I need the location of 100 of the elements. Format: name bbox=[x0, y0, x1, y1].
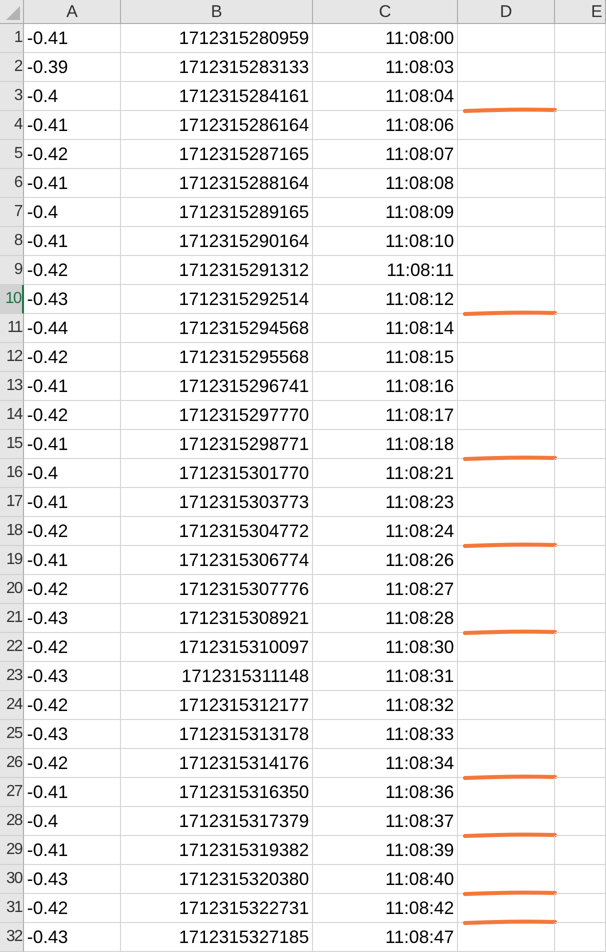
row-header[interactable]: 18 bbox=[0, 517, 24, 546]
table-cell bbox=[555, 256, 606, 285]
row-header[interactable]: 16 bbox=[0, 459, 24, 488]
row-header[interactable]: 21 bbox=[0, 604, 24, 633]
table-cell: -0.42 bbox=[24, 517, 121, 546]
table-cell: 1712315313178 bbox=[121, 720, 313, 749]
table-cell bbox=[555, 691, 606, 720]
table-cell: 11:08:06 bbox=[313, 111, 458, 140]
table-cell: 11:08:03 bbox=[313, 53, 458, 82]
table-cell: 1712315310097 bbox=[121, 633, 313, 662]
table-cell: 1712315312177 bbox=[121, 691, 313, 720]
table-cell: -0.41 bbox=[24, 111, 121, 140]
table-cell: 11:08:47 bbox=[313, 923, 458, 952]
row-header[interactable]: 7 bbox=[0, 198, 24, 227]
table-cell bbox=[555, 53, 606, 82]
row-header[interactable]: 1 bbox=[0, 24, 24, 53]
row-header[interactable]: 15 bbox=[0, 430, 24, 459]
table-cell: 11:08:42 bbox=[313, 894, 458, 923]
table-cell: 11:08:10 bbox=[313, 227, 458, 256]
table-cell bbox=[555, 720, 606, 749]
row-header[interactable]: 25 bbox=[0, 720, 24, 749]
row-header[interactable]: 28 bbox=[0, 807, 24, 836]
table-cell: 1712315303773 bbox=[121, 488, 313, 517]
row-header[interactable]: 12 bbox=[0, 343, 24, 372]
table-cell bbox=[555, 24, 606, 53]
table-cell: 1712315296741 bbox=[121, 372, 313, 401]
table-cell: 1712315291312 bbox=[121, 256, 313, 285]
table-cell: 11:08:33 bbox=[313, 720, 458, 749]
table-cell bbox=[555, 343, 606, 372]
row-header[interactable]: 19 bbox=[0, 546, 24, 575]
row-header[interactable]: 9 bbox=[0, 256, 24, 285]
row-header[interactable]: 6 bbox=[0, 169, 24, 198]
table-cell: 11:08:12 bbox=[313, 285, 458, 314]
table-cell: 11:08:23 bbox=[313, 488, 458, 517]
table-cell: 1712315283133 bbox=[121, 53, 313, 82]
table-cell: -0.42 bbox=[24, 691, 121, 720]
table-cell: 11:08:16 bbox=[313, 372, 458, 401]
table-cell: 11:08:04 bbox=[313, 82, 458, 111]
row-header[interactable]: 22 bbox=[0, 633, 24, 662]
table-cell bbox=[555, 140, 606, 169]
row-header[interactable]: 2 bbox=[0, 53, 24, 82]
table-cell: 11:08:36 bbox=[313, 778, 458, 807]
table-cell: 11:08:31 bbox=[313, 662, 458, 691]
row-header[interactable]: 26 bbox=[0, 749, 24, 778]
table-cell bbox=[555, 82, 606, 111]
table-cell bbox=[555, 604, 606, 633]
row-header[interactable]: 23 bbox=[0, 662, 24, 691]
row-header[interactable]: 24 bbox=[0, 691, 24, 720]
table-cell: 1712315288164 bbox=[121, 169, 313, 198]
table-cell: 1712315287165 bbox=[121, 140, 313, 169]
table-cell: -0.42 bbox=[24, 140, 121, 169]
table-cell: 11:08:34 bbox=[313, 749, 458, 778]
table-cell: 11:08:24 bbox=[313, 517, 458, 546]
row-header[interactable]: 8 bbox=[0, 227, 24, 256]
row-header[interactable]: 17 bbox=[0, 488, 24, 517]
table-cell bbox=[555, 198, 606, 227]
table-cell: 11:08:09 bbox=[313, 198, 458, 227]
row-header[interactable]: 31 bbox=[0, 894, 24, 923]
table-cell bbox=[555, 923, 606, 952]
column-header[interactable]: B bbox=[121, 0, 313, 24]
row-header[interactable]: 4 bbox=[0, 111, 24, 140]
table-cell: -0.42 bbox=[24, 256, 121, 285]
table-cell: 11:08:32 bbox=[313, 691, 458, 720]
table-cell bbox=[555, 894, 606, 923]
row-header[interactable]: 14 bbox=[0, 401, 24, 430]
table-cell: 11:08:08 bbox=[313, 169, 458, 198]
row-header[interactable]: 27 bbox=[0, 778, 24, 807]
table-cell: 1712315290164 bbox=[121, 227, 313, 256]
table-cell: 11:08:17 bbox=[313, 401, 458, 430]
row-header[interactable]: 10 bbox=[0, 285, 24, 314]
table-cell: 11:08:39 bbox=[313, 836, 458, 865]
row-header[interactable]: 11 bbox=[0, 314, 24, 343]
table-cell bbox=[555, 662, 606, 691]
table-cell bbox=[555, 575, 606, 604]
table-cell: -0.4 bbox=[24, 82, 121, 111]
row-header[interactable]: 29 bbox=[0, 836, 24, 865]
row-header[interactable]: 20 bbox=[0, 575, 24, 604]
table-cell: 1712315319382 bbox=[121, 836, 313, 865]
row-header[interactable]: 5 bbox=[0, 140, 24, 169]
table-cell: 11:08:40 bbox=[313, 865, 458, 894]
table-cell bbox=[555, 111, 606, 140]
table-cell bbox=[555, 836, 606, 865]
table-cell: 1712315322731 bbox=[121, 894, 313, 923]
table-cell: 1712315307776 bbox=[121, 575, 313, 604]
table-cell: -0.4 bbox=[24, 807, 121, 836]
row-header[interactable]: 3 bbox=[0, 82, 24, 111]
table-cell bbox=[555, 372, 606, 401]
table-cell bbox=[555, 430, 606, 459]
table-cell: -0.42 bbox=[24, 633, 121, 662]
table-cell: -0.41 bbox=[24, 372, 121, 401]
table-cell: 1712315297770 bbox=[121, 401, 313, 430]
table-cell bbox=[555, 633, 606, 662]
row-header[interactable]: 32 bbox=[0, 923, 24, 952]
table-cell: -0.41 bbox=[24, 24, 121, 53]
column-header[interactable]: C bbox=[313, 0, 458, 24]
column-header[interactable]: A bbox=[24, 0, 121, 24]
row-header[interactable]: 30 bbox=[0, 865, 24, 894]
column-header[interactable]: D bbox=[458, 0, 555, 24]
column-header[interactable]: E bbox=[555, 0, 606, 24]
row-header[interactable]: 13 bbox=[0, 372, 24, 401]
